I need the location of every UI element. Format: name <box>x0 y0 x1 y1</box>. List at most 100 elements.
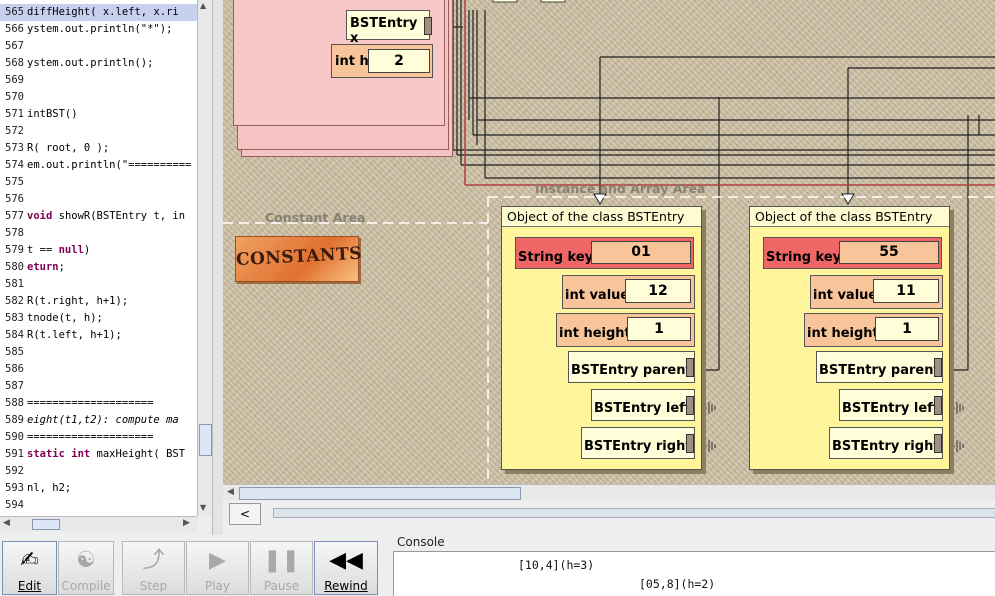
code-line[interactable]: 593 nl, h2; <box>0 480 197 497</box>
code-line[interactable]: 567 <box>0 38 197 55</box>
code-segment: ) <box>83 244 91 256</box>
bstentry-parent-label: BSTEntry parent <box>571 363 692 378</box>
canvas-horizontal-scrollbar[interactable]: ◀ <box>223 484 995 501</box>
code-line[interactable]: 571 intBST() <box>0 106 197 123</box>
code-keyword: void <box>27 210 53 222</box>
constant-area-label: Constant Area <box>265 210 366 225</box>
code-line[interactable]: 587 <box>0 378 197 395</box>
int-height-label: int height <box>807 326 879 341</box>
code-line[interactable]: 586 <box>0 361 197 378</box>
code-line[interactable]: 572 <box>0 123 197 140</box>
bstentry-object-2[interactable]: Object of the class BSTEntry String key … <box>749 206 950 470</box>
edit-icon: ✍ <box>20 548 39 573</box>
editor-vertical-scrollbar[interactable]: ▲ ▼ <box>197 0 212 516</box>
code-line[interactable]: 583 tnode(t, h); <box>0 310 197 327</box>
code-line[interactable]: 591 static int maxHeight( BST <box>0 446 197 463</box>
code-line[interactable]: 565 diffHeight( x.left, x.ri <box>0 4 197 21</box>
int-height-field[interactable]: int height 1 <box>556 313 695 347</box>
code-line[interactable]: 573 R( root, 0 ); <box>0 140 197 157</box>
stack-frame[interactable]: BSTEntry x int h 2 <box>233 0 445 126</box>
code-line[interactable]: 588 ==================== <box>0 395 197 412</box>
code-segment: maxHeight( BST <box>90 448 186 460</box>
line-number: 575 <box>5 176 24 188</box>
history-slider[interactable] <box>273 508 995 518</box>
int-height-field[interactable]: int height 1 <box>804 313 943 347</box>
scroll-right-arrow-icon[interactable]: ▶ <box>183 518 190 528</box>
code-line[interactable]: 576 <box>0 191 197 208</box>
string-key-field[interactable]: String key 01 <box>515 237 694 269</box>
line-number: 567 <box>5 40 24 52</box>
play-icon: ▶ <box>209 548 226 573</box>
code-line[interactable]: 590 ==================== <box>0 429 197 446</box>
code-line[interactable]: 566 ystem.out.println("*"); <box>0 21 197 38</box>
code-line[interactable]: 585 <box>0 344 197 361</box>
rewind-button[interactable]: ◀◀ Rewind <box>314 541 378 595</box>
code-editor[interactable]: 565 diffHeight( x.left, x.ri 566 ystem.out… <box>0 0 197 516</box>
bstentry-x-field[interactable]: BSTEntry x <box>346 10 432 46</box>
reference-handle <box>934 396 942 415</box>
int-h-field[interactable]: int h 2 <box>331 44 433 78</box>
code-keyword: null <box>58 244 84 256</box>
code-line[interactable]: 579 t == null) <box>0 242 197 259</box>
code-line[interactable]: 569 <box>0 72 197 89</box>
line-number: 572 <box>5 125 24 137</box>
edit-button[interactable]: ✍ Edit <box>2 541 57 595</box>
int-value-field[interactable]: int value 12 <box>562 275 695 309</box>
editor-scroll-thumb[interactable] <box>199 424 212 456</box>
int-value-field[interactable]: int value 11 <box>810 275 943 309</box>
bstentry-parent-field[interactable]: BSTEntry parent <box>816 351 943 383</box>
play-button-label: Play <box>204 579 231 593</box>
code-line[interactable]: 577 void showR(BSTEntry t, in <box>0 208 197 225</box>
play-button[interactable]: ▶ Play <box>186 541 249 595</box>
bstentry-right-field[interactable]: BSTEntry right <box>581 427 695 459</box>
line-number: 576 <box>5 193 24 205</box>
code-line[interactable]: 580 eturn; <box>0 259 197 276</box>
scroll-up-arrow-icon[interactable]: ▲ <box>200 1 206 10</box>
scroll-left-arrow-icon[interactable]: ◀ <box>227 487 234 497</box>
code-text: em.out.println("========== <box>27 159 192 171</box>
code-line[interactable]: 592 <box>0 463 197 480</box>
code-line[interactable]: 589 eight(t1,t2): compute ma <box>0 412 197 429</box>
line-number: 578 <box>5 227 24 239</box>
editor-horizontal-scrollbar[interactable]: ◀ ▶ <box>0 516 197 531</box>
code-text: ystem.out.println("*"); <box>27 23 173 35</box>
bstentry-object-1[interactable]: Object of the class BSTEntry String key … <box>501 206 702 470</box>
bstentry-left-field[interactable]: BSTEntry left <box>839 389 943 421</box>
reference-handle <box>686 434 694 453</box>
console-output[interactable]: [10,4](h=3) [05,8](h=2) <box>393 551 995 596</box>
code-line[interactable]: 574 em.out.println("========== <box>0 157 197 174</box>
int-h-label: int h <box>335 54 369 69</box>
code-line[interactable]: 584 R(t.left, h+1); <box>0 327 197 344</box>
code-keyword: eturn <box>27 261 59 273</box>
bstentry-right-field[interactable]: BSTEntry right <box>829 427 943 459</box>
code-line[interactable]: 575 <box>0 174 197 191</box>
line-number: 582 <box>5 295 24 307</box>
code-text: void showR(BSTEntry t, in <box>27 208 185 225</box>
canvas-scroll-thumb[interactable] <box>239 487 521 500</box>
editor-hscroll-thumb[interactable] <box>32 519 60 530</box>
string-key-field[interactable]: String key 55 <box>763 237 942 269</box>
code-line[interactable]: 570 <box>0 89 197 106</box>
scroll-left-arrow-icon[interactable]: ◀ <box>3 518 10 528</box>
code-text: ==================== <box>27 397 154 409</box>
console-line: [10,4](h=3) <box>518 558 595 572</box>
reference-handle <box>424 17 432 35</box>
code-line[interactable]: 568 ystem.out.println(); <box>0 55 197 72</box>
compile-button[interactable]: ☯ Compile <box>58 541 114 595</box>
scroll-down-arrow-icon[interactable]: ▼ <box>200 503 206 512</box>
code-line[interactable]: 578 <box>0 225 197 242</box>
rewind-button-label: Rewind <box>324 579 368 593</box>
object-title: Object of the class BSTEntry <box>750 207 949 227</box>
line-number: 565 <box>5 6 24 18</box>
code-line[interactable]: 582 R(t.right, h+1); <box>0 293 197 310</box>
bstentry-right-label: BSTEntry right <box>584 439 692 454</box>
code-line[interactable]: 594 <box>0 497 197 514</box>
pause-icon: ❚❚ <box>263 548 300 573</box>
bstentry-parent-field[interactable]: BSTEntry parent <box>568 351 695 383</box>
pause-button[interactable]: ❚❚ Pause <box>250 541 313 595</box>
line-number: 594 <box>5 499 24 511</box>
bstentry-left-field[interactable]: BSTEntry left <box>591 389 695 421</box>
code-line[interactable]: 581 <box>0 276 197 293</box>
history-back-button[interactable]: < <box>229 503 261 525</box>
step-button[interactable]: ⤴ Step <box>122 541 185 595</box>
